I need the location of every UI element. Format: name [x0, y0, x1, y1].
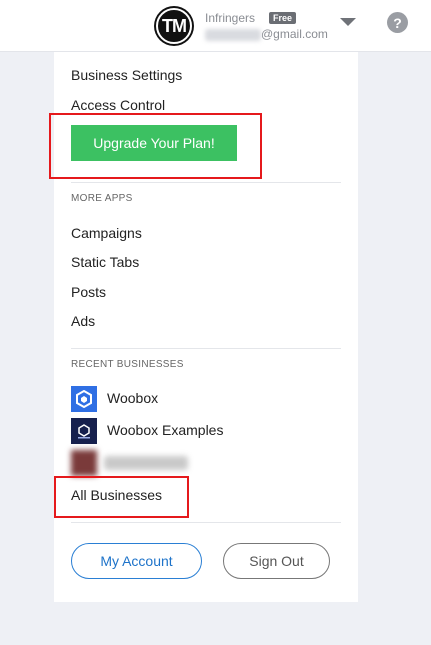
chevron-down-icon[interactable]	[340, 18, 356, 26]
help-icon[interactable]: ?	[387, 12, 408, 33]
divider	[71, 522, 341, 523]
divider	[71, 348, 341, 349]
email-redacted	[205, 29, 261, 41]
menu-access-control[interactable]: Access Control	[71, 96, 165, 114]
woobox-examples-logo-icon	[71, 418, 97, 444]
menu-campaigns[interactable]: Campaigns	[71, 224, 142, 242]
menu-static-tabs[interactable]: Static Tabs	[71, 253, 139, 271]
highlight-box-upgrade	[49, 113, 262, 179]
my-account-button[interactable]: My Account	[71, 543, 202, 579]
account-avatar[interactable]: TM	[154, 6, 194, 46]
recent-businesses-heading: RECENT BUSINESSES	[71, 359, 184, 370]
redacted-business-icon	[71, 450, 97, 476]
divider	[71, 182, 341, 183]
highlight-box-all-businesses	[54, 476, 189, 518]
more-apps-heading: MORE APPS	[71, 193, 133, 204]
menu-posts[interactable]: Posts	[71, 283, 106, 301]
plan-badge: Free	[269, 12, 297, 24]
woobox-logo-icon	[71, 386, 97, 412]
avatar-initials: TM	[156, 8, 192, 44]
account-email-domain: @gmail.com	[261, 27, 328, 41]
account-name: Infringers	[205, 11, 256, 25]
recent-business-woobox[interactable]: Woobox	[107, 390, 158, 406]
menu-ads[interactable]: Ads	[71, 312, 95, 330]
recent-business-woobox-examples[interactable]: Woobox Examples	[107, 422, 223, 438]
sign-out-button[interactable]: Sign Out	[223, 543, 330, 579]
redacted-business-name[interactable]	[104, 456, 188, 470]
top-bar: TM Infringers Free @gmail.com ?	[0, 0, 431, 52]
menu-business-settings[interactable]: Business Settings	[71, 66, 182, 84]
